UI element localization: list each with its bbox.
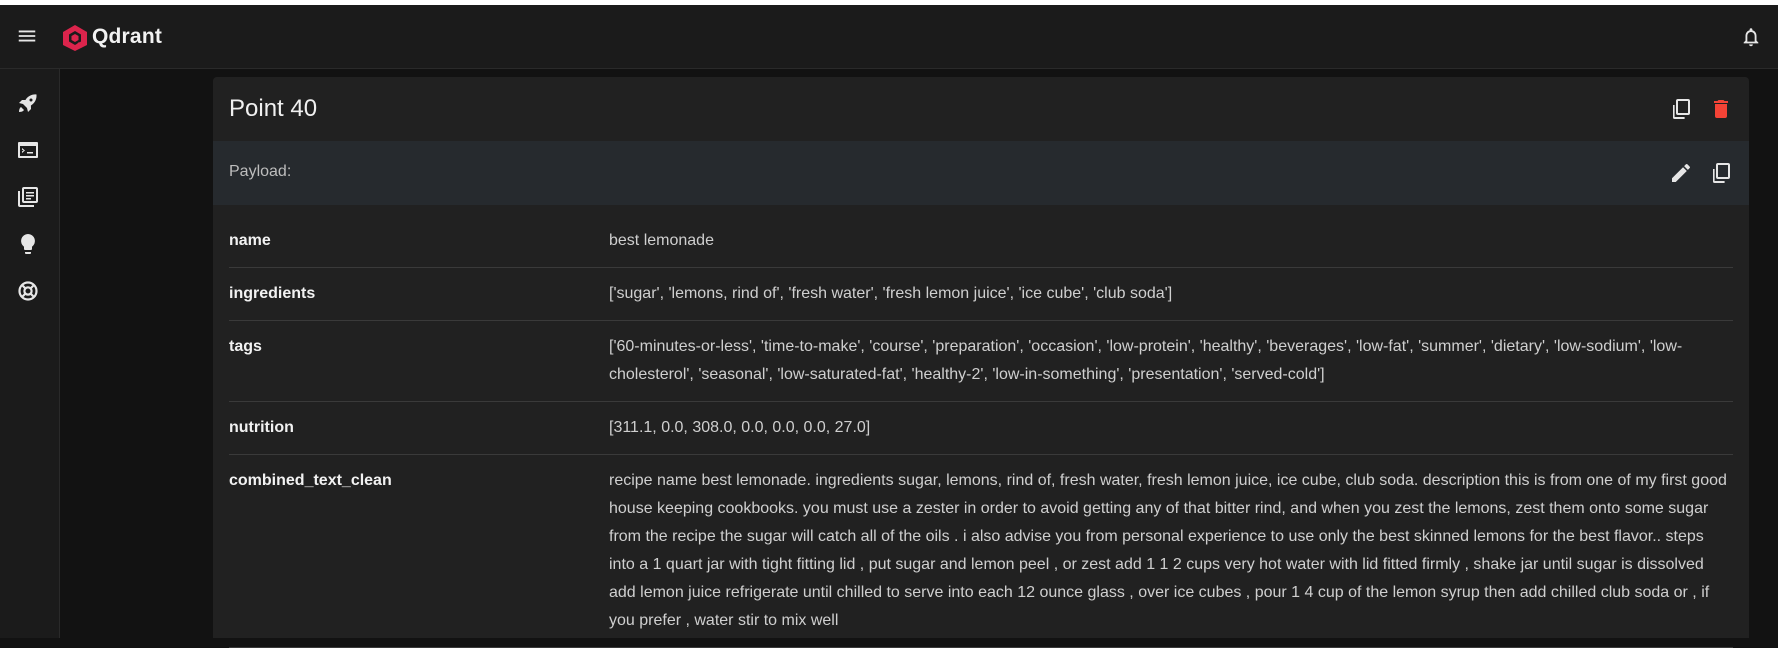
table-row: name best lemonade [229, 215, 1733, 268]
app-bar: Qdrant [0, 5, 1778, 69]
payload-value: ['sugar', 'lemons, rind of', 'fresh wate… [609, 285, 1173, 302]
delete-icon[interactable] [1709, 97, 1733, 121]
payload-key: ingredients [229, 285, 316, 302]
bell-icon[interactable] [1740, 25, 1762, 49]
table-row: nutrition [311.1, 0.0, 308.0, 0.0, 0.0, … [229, 402, 1733, 455]
payload-label: Payload: [229, 163, 292, 180]
menu-icon[interactable] [16, 25, 38, 47]
table-row: combined_text_clean recipe name best lem… [229, 455, 1733, 648]
payload-value: [311.1, 0.0, 308.0, 0.0, 0.0, 0.0, 27.0] [609, 419, 871, 436]
qdrant-logo-icon [63, 25, 87, 51]
payload-value: ['60-minutes-or-less', 'time-to-make', '… [609, 338, 1683, 383]
payload-table: name best lemonade ingredients ['sugar',… [229, 215, 1733, 648]
point-title: Point 40 [229, 95, 318, 122]
payload-key: combined_text_clean [229, 472, 392, 489]
payload-key: name [229, 232, 271, 249]
library-icon[interactable] [16, 185, 40, 209]
copy-icon[interactable] [1669, 97, 1693, 121]
payload-key: nutrition [229, 419, 294, 436]
terminal-icon[interactable] [16, 138, 40, 162]
lightbulb-icon[interactable] [16, 232, 40, 256]
table-row: ingredients ['sugar', 'lemons, rind of',… [229, 268, 1733, 321]
sidebar [0, 69, 60, 638]
brand-name[interactable]: Qdrant [92, 25, 162, 49]
point-card: Point 40 Payload: name best lemonade ing… [213, 77, 1749, 648]
payload-header: Payload: [213, 141, 1749, 205]
pencil-icon[interactable] [1669, 161, 1693, 185]
payload-value: recipe name best lemonade. ingredients s… [609, 472, 1727, 629]
table-row: tags ['60-minutes-or-less', 'time-to-mak… [229, 321, 1733, 402]
copy-payload-icon[interactable] [1709, 161, 1733, 185]
rocket-icon[interactable] [16, 91, 40, 115]
payload-value: best lemonade [609, 232, 714, 249]
support-icon[interactable] [16, 279, 40, 303]
payload-key: tags [229, 338, 262, 355]
